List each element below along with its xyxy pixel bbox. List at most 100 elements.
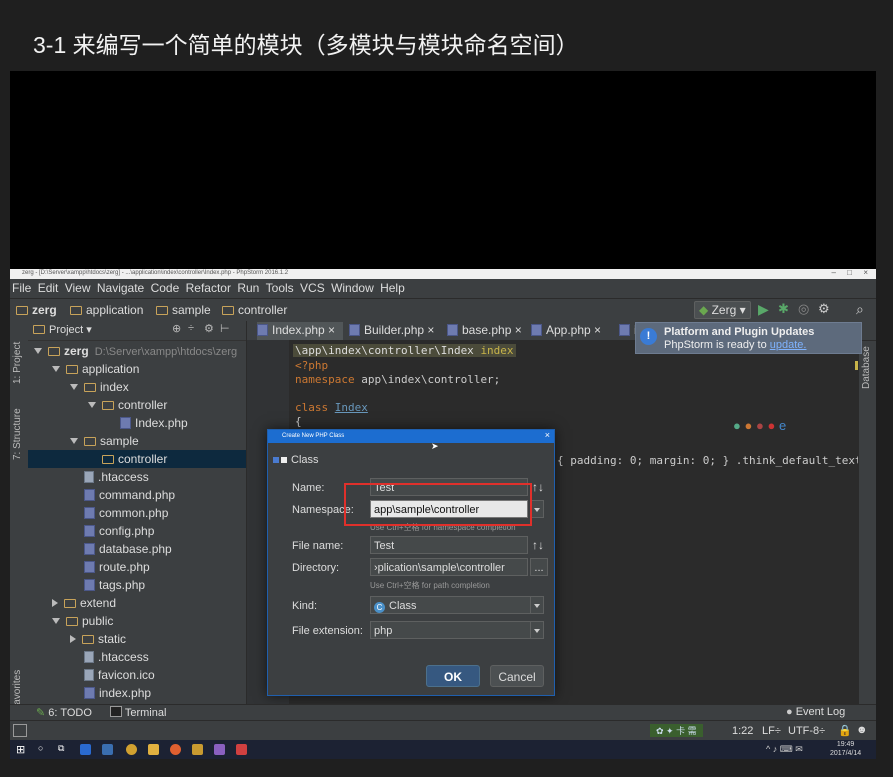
expand-arrow-icon[interactable] — [88, 402, 96, 408]
directory-field[interactable]: ›plication\sample\controller — [370, 558, 528, 576]
ok-button[interactable]: OK — [426, 665, 480, 687]
expand-arrow-icon[interactable] — [34, 348, 42, 354]
line-separator[interactable]: LF÷ — [762, 725, 781, 737]
tree-item[interactable]: public — [28, 612, 246, 630]
tree-item[interactable]: .htaccess — [28, 468, 246, 486]
phpstorm-taskbar-icon[interactable] — [214, 744, 225, 755]
extension-dropdown[interactable] — [530, 621, 544, 639]
tree-item[interactable]: controller — [28, 396, 246, 414]
minimize-icon[interactable]: – — [832, 269, 836, 277]
tab-builder-php[interactable]: Builder.php × — [349, 322, 441, 340]
menu-run[interactable]: Run — [235, 279, 260, 295]
collapse-icon[interactable]: ÷ — [188, 322, 194, 334]
expand-arrow-icon[interactable] — [70, 384, 78, 390]
firefox-icon[interactable]: ● — [744, 418, 752, 433]
namespace-dropdown[interactable] — [530, 500, 544, 518]
tree-item[interactable]: command.php — [28, 486, 246, 504]
tree-item[interactable]: static — [28, 630, 246, 648]
todo-tab[interactable]: ✎ 6: TODO — [36, 706, 92, 719]
cortana-icon[interactable]: ○ — [38, 743, 43, 753]
chrome-taskbar-icon[interactable] — [126, 744, 137, 755]
run-icon[interactable]: ▶ — [758, 301, 769, 318]
hide-icon[interactable]: ⊢ — [220, 322, 230, 335]
tree-item[interactable]: index.php — [28, 684, 246, 702]
recorder-taskbar-icon[interactable] — [236, 744, 247, 755]
breadcrumb-controller[interactable]: controller — [222, 303, 287, 317]
terminal-tab[interactable]: Terminal — [110, 706, 166, 719]
menu-help[interactable]: Help — [378, 279, 406, 295]
firefox-taskbar-icon[interactable] — [170, 744, 181, 755]
tab-index-php[interactable]: Index.php × — [257, 322, 343, 340]
file-encoding[interactable]: UTF-8÷ — [788, 725, 825, 737]
filename-field[interactable]: Test — [370, 536, 528, 554]
phpstorm-settings-icon[interactable]: ⚙ — [818, 301, 830, 317]
tree-item[interactable]: favicon.ico — [28, 666, 246, 684]
tab-base-php[interactable]: base.php × — [447, 322, 525, 340]
event-log-tab[interactable]: ● Event Log — [786, 706, 845, 718]
breadcrumb-zerg[interactable]: zerg — [16, 303, 57, 317]
update-notification[interactable]: ! Platform and Plugin Updates PhpStorm i… — [635, 322, 862, 354]
task-view-icon[interactable]: ⧉ — [58, 743, 64, 754]
tree-item[interactable]: common.php — [28, 504, 246, 522]
ie-icon[interactable]: e — [779, 418, 786, 433]
sort-icon[interactable]: ↑↓ — [532, 480, 544, 494]
extension-select[interactable]: php — [370, 621, 532, 639]
expand-arrow-icon[interactable] — [52, 366, 60, 372]
tree-item[interactable]: controller — [28, 450, 246, 468]
expand-arrow-icon[interactable] — [70, 438, 78, 444]
collapse-arrow-icon[interactable] — [52, 599, 58, 607]
safari-icon[interactable]: ● — [756, 418, 764, 433]
sort-icon[interactable]: ↑↓ — [532, 538, 544, 552]
tool-tab-structure[interactable]: 7: Structure — [12, 408, 23, 460]
breadcrumb-sample[interactable]: sample — [156, 303, 211, 317]
tree-item[interactable]: route.php — [28, 558, 246, 576]
windows-start-icon[interactable]: ⊞ — [16, 743, 25, 756]
app-taskbar-icon[interactable] — [192, 744, 203, 755]
tree-item[interactable]: database.php — [28, 540, 246, 558]
coverage-icon[interactable]: ◎ — [798, 301, 809, 317]
dialog-close-icon[interactable]: × — [545, 429, 550, 442]
inspector-icon[interactable]: ☻ — [856, 724, 868, 736]
close-icon[interactable]: × — [863, 269, 868, 277]
menu-vcs[interactable]: VCS — [298, 279, 326, 295]
menu-refactor[interactable]: Refactor — [184, 279, 232, 295]
tree-item[interactable]: application — [28, 360, 246, 378]
tree-item[interactable]: Index.php — [28, 414, 246, 432]
kind-select[interactable]: C Class — [370, 596, 532, 614]
menu-navigate[interactable]: Navigate — [95, 279, 145, 295]
menu-window[interactable]: Window — [329, 279, 375, 295]
lock-icon[interactable]: 🔒 — [838, 724, 852, 737]
tree-item[interactable]: config.php — [28, 522, 246, 540]
debug-icon[interactable]: ✱ — [778, 301, 789, 317]
browse-button[interactable]: ... — [530, 558, 548, 576]
caret-position[interactable]: 1:22 — [732, 725, 753, 737]
clock[interactable]: 19:49 2017/4/14 — [830, 740, 861, 758]
tree-item[interactable]: zerg D:\Server\xampp\htdocs\zerg — [28, 342, 246, 360]
tree-item[interactable]: extend — [28, 594, 246, 612]
gear-icon[interactable]: ⚙ — [204, 322, 214, 335]
menu-code[interactable]: Code — [149, 279, 181, 295]
code-breadcrumb[interactable]: \app\index\controller\Index index — [293, 344, 516, 357]
cancel-button[interactable]: Cancel — [490, 665, 544, 687]
menu-edit[interactable]: Edit — [36, 279, 60, 295]
menu-file[interactable]: File — [10, 279, 32, 295]
sync-icon[interactable]: ⊕ — [172, 322, 181, 335]
explorer-icon[interactable] — [102, 744, 113, 755]
maximize-icon[interactable]: □ — [847, 269, 852, 277]
breadcrumb-application[interactable]: application — [70, 303, 143, 317]
tree-item[interactable]: tags.php — [28, 576, 246, 594]
run-config-select[interactable]: ◆ Zerg ▾ — [694, 301, 751, 319]
tool-tab-project[interactable]: 1: Project — [12, 342, 23, 384]
kind-dropdown[interactable] — [530, 596, 544, 614]
menu-tools[interactable]: Tools — [264, 279, 295, 295]
tree-item[interactable]: index — [28, 378, 246, 396]
opera-icon[interactable]: ● — [767, 418, 775, 433]
search-icon[interactable]: ⌕ — [856, 301, 864, 318]
update-link[interactable]: update. — [770, 339, 807, 351]
chrome-icon[interactable]: ● — [733, 418, 741, 433]
tree-item[interactable]: sample — [28, 432, 246, 450]
expand-arrow-icon[interactable] — [52, 618, 60, 624]
tab-app-php[interactable]: App.php × — [531, 322, 613, 340]
toggle-panels-icon[interactable] — [13, 724, 27, 737]
edge-icon[interactable] — [80, 744, 91, 755]
